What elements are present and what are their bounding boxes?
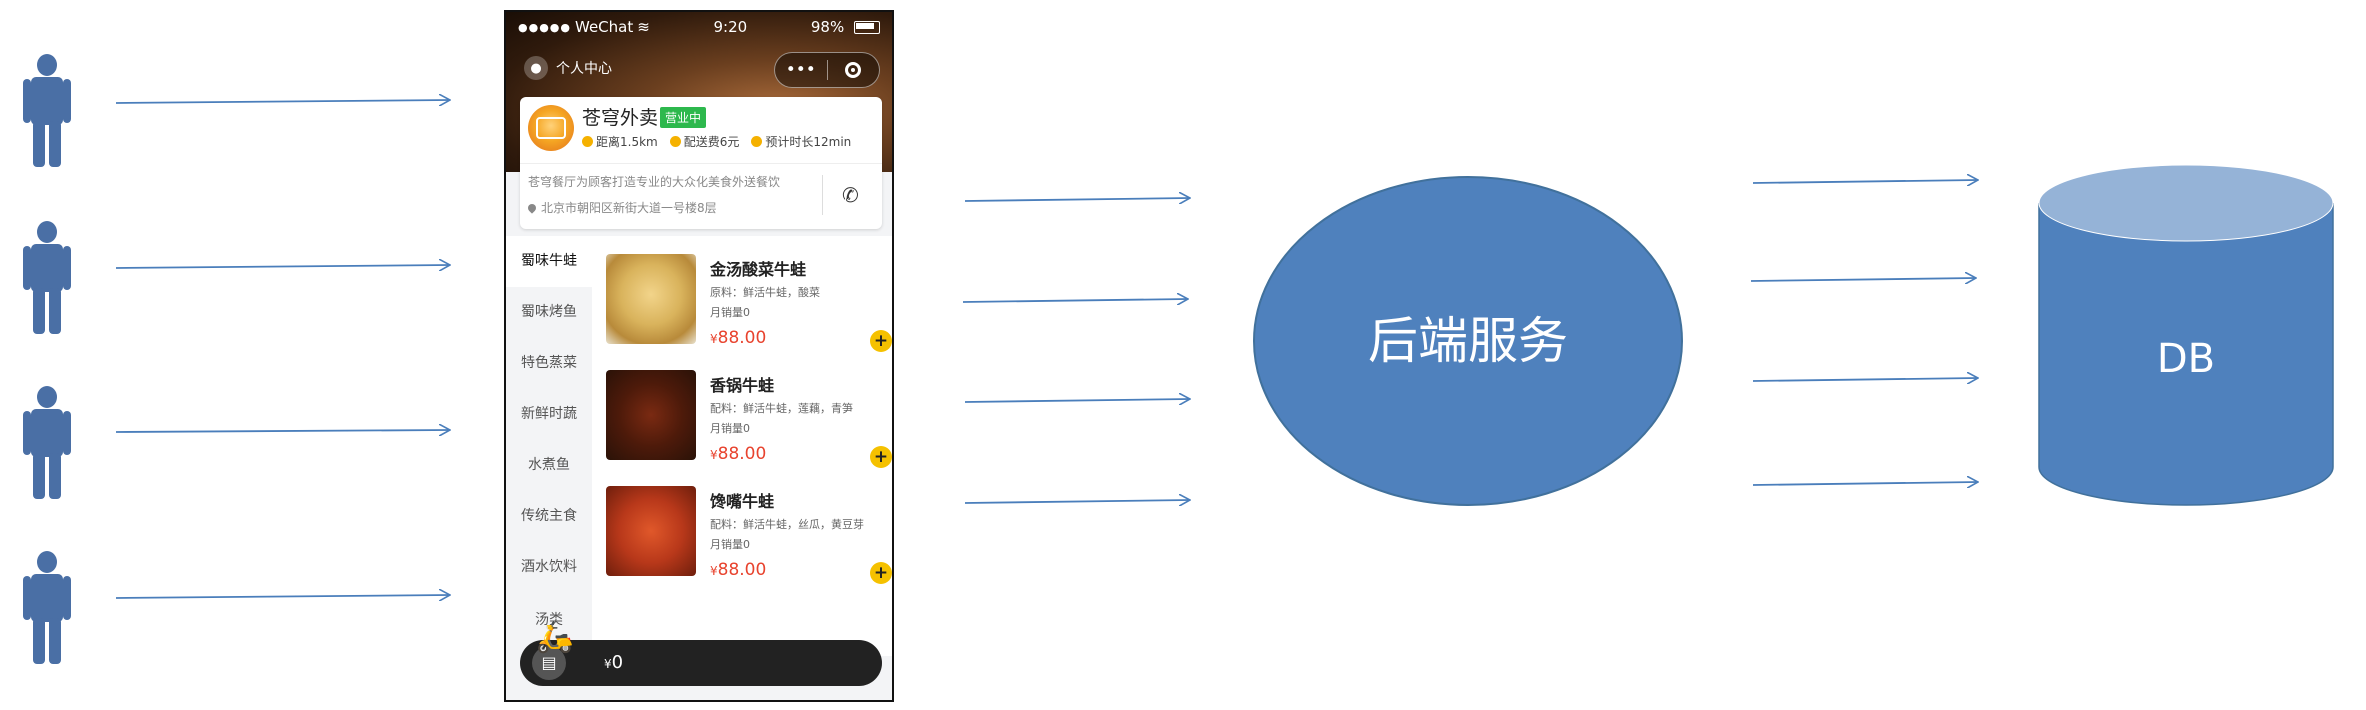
user-center-label: 个人中心 <box>556 61 612 77</box>
status-badge: 营业中 <box>660 107 707 128</box>
category-item-1[interactable]: 蜀味烤鱼 <box>506 287 592 338</box>
location-pin-icon <box>526 201 538 214</box>
distance-text: 距离1.5km <box>596 135 658 149</box>
flow-arrow <box>1750 278 1976 281</box>
dish-ingredients: 配料：鲜活牛蛙，丝瓜，黄豆芽 <box>710 518 864 531</box>
add-to-cart-button[interactable]: + <box>870 330 892 352</box>
carrier-label: WeChat <box>575 18 634 36</box>
dish-price: ¥88.00 <box>710 328 766 348</box>
clock: 9:20 <box>713 18 748 36</box>
card-divider <box>520 163 882 164</box>
category-item-6[interactable]: 酒水饮料 <box>506 542 592 593</box>
flow-arrow <box>115 265 450 268</box>
dish-item: 香锅牛蛙 配料：鲜活牛蛙，莲藕，青笋 月销量0 ¥88.00 + <box>606 370 892 470</box>
phone-call-icon[interactable]: ✆ <box>842 183 859 207</box>
currency-symbol: ¥ <box>710 332 718 346</box>
flow-arrow <box>115 430 450 432</box>
currency-symbol: ¥ <box>710 564 718 578</box>
flow-arrow <box>1752 180 1978 183</box>
dish-title: 金汤酸菜牛蛙 <box>710 260 807 279</box>
cart-total: ¥0 <box>604 652 623 673</box>
coin-icon <box>669 136 681 147</box>
phone-divider <box>822 175 823 215</box>
category-item-4[interactable]: 水煮鱼 <box>506 440 592 491</box>
add-to-cart-button[interactable]: + <box>870 446 892 468</box>
category-item-0[interactable]: 蜀味牛蛙 <box>506 236 592 287</box>
eta-text: 预计时长12min <box>765 135 852 149</box>
flow-arrow <box>962 299 1188 302</box>
flow-arrow <box>964 198 1190 201</box>
arrows <box>115 100 1978 598</box>
flow-arrow <box>1752 378 1978 381</box>
nav-row: ● 个人中心 ••• <box>506 50 892 90</box>
clock-icon <box>582 136 593 147</box>
shop-name: 苍穹外卖 <box>582 107 659 129</box>
more-menu-icon[interactable]: ••• <box>775 60 827 80</box>
dish-title: 香锅牛蛙 <box>710 376 775 395</box>
price-value: 88.00 <box>717 444 767 464</box>
dish-title: 馋嘴牛蛙 <box>710 492 775 511</box>
user-icon <box>23 551 71 664</box>
target-icon <box>845 62 862 78</box>
dish-ingredients: 原料：鲜活牛蛙，酸菜 <box>710 286 820 299</box>
flow-arrow <box>115 100 450 103</box>
currency-symbol: ¥ <box>710 448 718 462</box>
category-sidebar: 蜀味牛蛙 蜀味烤鱼 特色蒸菜 新鲜时蔬 水煮鱼 传统主食 酒水饮料 <box>506 236 592 656</box>
category-item-3[interactable]: 新鲜时蔬 <box>506 389 592 440</box>
flow-arrow <box>1752 482 1978 485</box>
category-item-2[interactable]: 特色蒸菜 <box>506 338 592 389</box>
shop-meta: 距离1.5km 配送费6元 预计时长12min <box>582 133 851 150</box>
user-icon <box>23 386 71 499</box>
user-icons <box>23 54 71 664</box>
dish-ingredients: 配料：鲜活牛蛙，莲藕，青笋 <box>710 402 853 415</box>
dish-item: 金汤酸菜牛蛙 原料：鲜活牛蛙，酸菜 月销量0 ¥88.00 + <box>606 254 892 354</box>
shop-info-card: 苍穹外卖 营业中 距离1.5km 配送费6元 预计时长12min 苍穹餐厅为顾客… <box>520 97 882 229</box>
user-icon <box>23 221 71 334</box>
price-value: 88.00 <box>717 560 767 580</box>
signal-icon: ●●●●● <box>518 20 571 34</box>
dish-sales: 月销量0 <box>710 538 750 551</box>
dish-sales: 月销量0 <box>710 306 750 319</box>
delivery-rider-icon: 🛵 <box>536 620 574 655</box>
dish-image <box>606 486 696 576</box>
dish-sales: 月销量0 <box>710 422 750 435</box>
flow-arrow <box>115 595 450 598</box>
status-bar: ●●●●● WeChat ≋ 9:20 98% <box>506 12 892 42</box>
database-node <box>2038 164 2334 506</box>
timer-icon <box>751 136 763 147</box>
flow-arrow <box>964 399 1190 402</box>
add-to-cart-button[interactable]: + <box>870 562 892 584</box>
dish-image <box>606 254 696 344</box>
dish-price: ¥88.00 <box>710 560 766 580</box>
battery-percent: 98% <box>810 18 845 36</box>
dish-image <box>606 370 696 460</box>
mobile-app-mockup: ●●●●● WeChat ≋ 9:20 98% ● 个人中心 ••• 苍穹外卖 … <box>504 10 894 702</box>
address-text: 北京市朝阳区新街大道一号楼8层 <box>541 201 717 215</box>
cart-total-value: 0 <box>611 652 624 673</box>
dish-list: 金汤酸菜牛蛙 原料：鲜活牛蛙，酸菜 月销量0 ¥88.00 + 香锅牛蛙 配料：… <box>592 236 892 656</box>
close-miniprogram-button[interactable] <box>828 60 880 80</box>
delivery-fee-text: 配送费6元 <box>683 135 740 149</box>
miniprogram-capsule: ••• <box>774 52 880 88</box>
user-icon <box>23 54 71 167</box>
wifi-icon: ≋ <box>637 18 650 36</box>
shop-description: 苍穹餐厅为顾客打造专业的大众化美食外送餐饮 <box>528 175 781 189</box>
dish-price: ¥88.00 <box>710 444 766 464</box>
user-icon: ● <box>524 56 548 80</box>
backend-service-label: 后端服务 <box>1368 312 1568 370</box>
shop-logo <box>528 105 574 151</box>
category-item-5[interactable]: 传统主食 <box>506 491 592 542</box>
currency-symbol: ¥ <box>604 657 612 671</box>
dish-item: 馋嘴牛蛙 配料：鲜活牛蛙，丝瓜，黄豆芽 月销量0 ¥88.00 + <box>606 486 892 586</box>
battery-icon <box>853 21 880 34</box>
price-value: 88.00 <box>717 328 767 348</box>
flow-arrow <box>964 500 1190 503</box>
user-center-link[interactable]: ● 个人中心 <box>524 56 612 80</box>
shop-address: 北京市朝阳区新街大道一号楼8层 <box>526 199 717 216</box>
database-label: DB <box>2157 336 2215 382</box>
architecture-diagram: 后端服务 DB <box>23 54 2334 664</box>
